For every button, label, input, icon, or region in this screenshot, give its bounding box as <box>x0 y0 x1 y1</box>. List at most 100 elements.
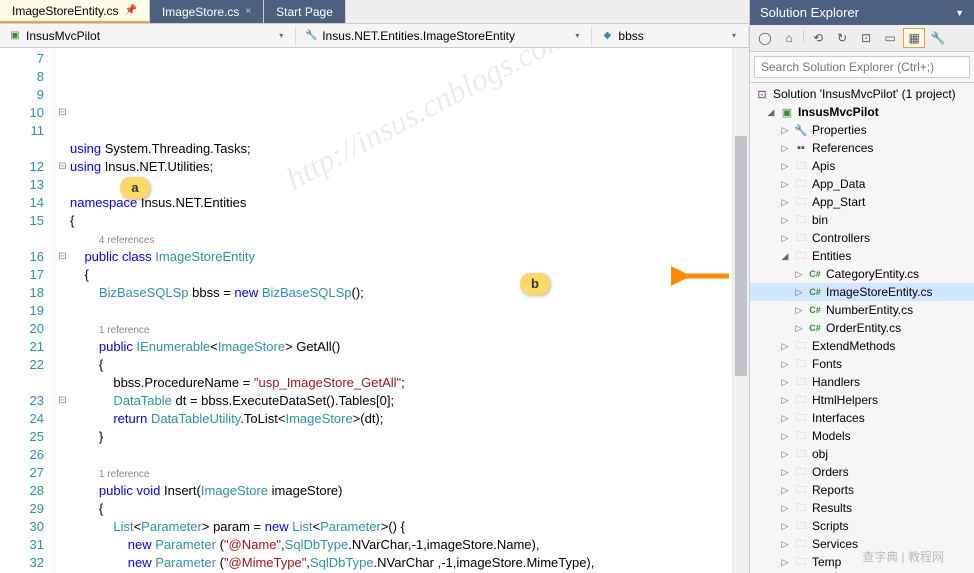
tree-item-app-start[interactable]: ▷🗀App_Start <box>750 193 974 211</box>
close-icon[interactable]: × <box>245 6 251 17</box>
fold-toggle[interactable]: ⊟ <box>55 104 70 122</box>
tree-item-references[interactable]: ▷▪▪References <box>750 139 974 157</box>
nav-member[interactable]: ◆ bbss ▾ <box>592 27 749 45</box>
nav-project[interactable]: ▣ InsusMvcPilot ▾ <box>0 27 296 45</box>
preview-button[interactable]: ▦ <box>903 28 925 48</box>
folder-icon: 🗀 <box>793 231 809 245</box>
vertical-scrollbar[interactable] <box>732 48 749 573</box>
fold-column: ⊟ ⊟ ⊟ ⊟ <box>55 48 70 573</box>
expand-arrow[interactable]: ▷ <box>780 413 790 424</box>
expand-arrow[interactable]: ▷ <box>780 503 790 514</box>
expand-arrow[interactable]: ▷ <box>780 125 790 136</box>
expand-arrow[interactable]: ▷ <box>780 449 790 460</box>
tree-item-label: App_Start <box>812 195 865 209</box>
back-button[interactable]: ◯ <box>754 28 776 48</box>
search-input[interactable] <box>754 56 970 78</box>
callout-a: a <box>120 177 150 199</box>
tree-item-imagestoreentity-cs[interactable]: ▷C#ImageStoreEntity.cs <box>750 283 974 301</box>
tree-item-htmlhelpers[interactable]: ▷🗀HtmlHelpers <box>750 391 974 409</box>
expand-arrow[interactable]: ▷ <box>794 323 804 334</box>
tab-bar: ImageStoreEntity.cs 📌 ImageStore.cs × St… <box>0 0 749 24</box>
tree-item-handlers[interactable]: ▷🗀Handlers <box>750 373 974 391</box>
nav-member-label: bbss <box>618 29 643 43</box>
fold-toggle[interactable]: ⊟ <box>55 158 70 176</box>
tree-item-label: Temp <box>812 555 841 569</box>
expand-arrow[interactable]: ▷ <box>780 197 790 208</box>
tree-item-properties[interactable]: ▷🔧Properties <box>750 121 974 139</box>
tree-item-fonts[interactable]: ▷🗀Fonts <box>750 355 974 373</box>
scroll-thumb[interactable] <box>735 136 747 376</box>
tree-item-extendmethods[interactable]: ▷🗀ExtendMethods <box>750 337 974 355</box>
expand-arrow[interactable]: ▷ <box>780 539 790 550</box>
expand-arrow[interactable]: ▷ <box>780 179 790 190</box>
folder-icon: 🗀 <box>793 213 809 227</box>
tree-item-label: ImageStoreEntity.cs <box>826 285 933 299</box>
tab-startpage[interactable]: Start Page <box>264 0 346 23</box>
expand-arrow[interactable]: ▷ <box>794 305 804 316</box>
expand-arrow[interactable]: ▷ <box>794 287 804 298</box>
tree-item-temp[interactable]: ▷🗀Temp <box>750 553 974 571</box>
nav-class[interactable]: 🔧 Insus.NET.Entities.ImageStoreEntity ▾ <box>296 27 592 45</box>
tree-item-interfaces[interactable]: ▷🗀Interfaces <box>750 409 974 427</box>
tab-imagestore[interactable]: ImageStore.cs × <box>150 0 264 23</box>
home-button[interactable]: ⌂ <box>778 28 800 48</box>
folder-icon: 🗀 <box>793 447 809 461</box>
expand-arrow[interactable]: ▷ <box>780 557 790 568</box>
tree-item-orderentity-cs[interactable]: ▷C#OrderEntity.cs <box>750 319 974 337</box>
chevron-down-icon[interactable]: ▾ <box>728 31 740 40</box>
tree-item-orders[interactable]: ▷🗀Orders <box>750 463 974 481</box>
project-node[interactable]: ◢ ▣ InsusMvcPilot <box>750 103 974 121</box>
expand-arrow[interactable]: ▷ <box>780 395 790 406</box>
expand-arrow[interactable]: ▷ <box>780 359 790 370</box>
expand-arrow[interactable]: ▷ <box>780 233 790 244</box>
expand-arrow[interactable]: ▷ <box>780 143 790 154</box>
tree-item-obj[interactable]: ▷🗀obj <box>750 445 974 463</box>
expand-arrow[interactable]: ▷ <box>780 377 790 388</box>
expand-arrow[interactable]: ▷ <box>794 269 804 280</box>
sync-button[interactable]: ⟲ <box>807 28 829 48</box>
pin-icon[interactable]: 📌 <box>125 5 137 16</box>
fold-toggle[interactable]: ⊟ <box>55 248 70 266</box>
tree-item-label: Handlers <box>812 375 860 389</box>
expand-arrow[interactable]: ▷ <box>780 485 790 496</box>
show-all-button[interactable]: ▭ <box>879 28 901 48</box>
tree-item-label: Orders <box>812 465 849 479</box>
code-editor[interactable]: 7891011121314151617181920212223242526272… <box>0 48 749 573</box>
panel-title: Solution Explorer <box>760 5 859 20</box>
solution-root[interactable]: ⊡ Solution 'InsusMvcPilot' (1 project) <box>750 85 974 103</box>
expand-arrow[interactable]: ▷ <box>780 341 790 352</box>
expand-arrow[interactable]: ▷ <box>780 161 790 172</box>
solution-icon: ⊡ <box>754 87 770 101</box>
chevron-down-icon[interactable]: ▼ <box>955 8 964 18</box>
tree-item-services[interactable]: ▷🗀Services <box>750 535 974 553</box>
expand-arrow[interactable]: ▷ <box>780 521 790 532</box>
tree-item-bin[interactable]: ▷🗀bin <box>750 211 974 229</box>
chevron-down-icon[interactable]: ▾ <box>275 31 287 40</box>
tree-item-label: CategoryEntity.cs <box>826 267 919 281</box>
refresh-button[interactable]: ↻ <box>831 28 853 48</box>
solution-explorer-header[interactable]: Solution Explorer ▼ <box>750 0 974 25</box>
chevron-down-icon[interactable]: ▾ <box>571 31 583 40</box>
expand-arrow[interactable]: ▷ <box>780 467 790 478</box>
tree-item-models[interactable]: ▷🗀Models <box>750 427 974 445</box>
tree-item-apis[interactable]: ▷🗀Apis <box>750 157 974 175</box>
expand-arrow[interactable]: ◢ <box>766 107 776 118</box>
tree-item-numberentity-cs[interactable]: ▷C#NumberEntity.cs <box>750 301 974 319</box>
tree-item-app-data[interactable]: ▷🗀App_Data <box>750 175 974 193</box>
tree-item-scripts[interactable]: ▷🗀Scripts <box>750 517 974 535</box>
solution-tree[interactable]: ⊡ Solution 'InsusMvcPilot' (1 project) ◢… <box>750 83 974 573</box>
expand-arrow[interactable]: ▷ <box>780 215 790 226</box>
folder-icon: 🗀 <box>793 411 809 425</box>
tree-item-reports[interactable]: ▷🗀Reports <box>750 481 974 499</box>
tab-imagestoreentity[interactable]: ImageStoreEntity.cs 📌 <box>0 0 150 23</box>
fold-toggle[interactable]: ⊟ <box>55 392 70 410</box>
tree-item-controllers[interactable]: ▷🗀Controllers <box>750 229 974 247</box>
tree-item-categoryentity-cs[interactable]: ▷C#CategoryEntity.cs <box>750 265 974 283</box>
expand-arrow[interactable]: ▷ <box>780 431 790 442</box>
expand-arrow[interactable]: ◢ <box>780 251 790 262</box>
tree-item-entities[interactable]: ◢🗀Entities <box>750 247 974 265</box>
collapse-button[interactable]: ⊡ <box>855 28 877 48</box>
properties-button[interactable]: 🔧 <box>927 28 949 48</box>
tree-item-results[interactable]: ▷🗀Results <box>750 499 974 517</box>
code-content[interactable]: http://insus.cnblogs.com a b using Syste… <box>70 48 732 573</box>
